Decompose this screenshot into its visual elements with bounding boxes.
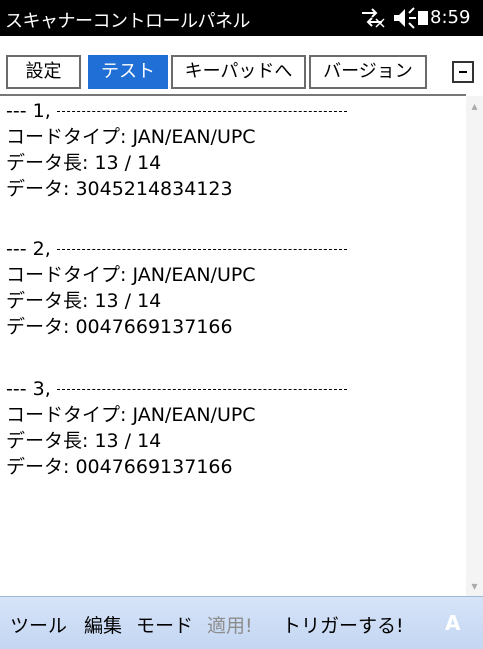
scroll-down-icon[interactable]: ▾ xyxy=(466,576,483,596)
entry-separator: --- 1, xyxy=(6,98,446,124)
menu-mode[interactable]: モード xyxy=(136,611,193,638)
entry-code-type: コードタイプ: JAN/EAN/UPC xyxy=(6,126,256,148)
list-item: --- 2, コードタイプ: JAN/EAN/UPC データ長: 13 / 14… xyxy=(6,236,446,340)
connectivity-icon[interactable] xyxy=(358,5,386,31)
list-item: --- 1, コードタイプ: JAN/EAN/UPC データ長: 13 / 14… xyxy=(6,98,446,202)
scroll-up-icon[interactable]: ▴ xyxy=(466,96,483,116)
speaker-icon[interactable] xyxy=(392,5,418,31)
minimize-icon[interactable] xyxy=(452,61,474,83)
menu-trigger[interactable]: トリガーする! xyxy=(282,611,404,638)
tab-version[interactable]: バージョン xyxy=(309,55,427,89)
entry-data-length: データ長: 13 / 14 xyxy=(6,152,162,174)
entry-data: データ: 0047669137166 xyxy=(6,316,233,338)
entry-separator: --- 3, xyxy=(6,376,446,402)
list-item: --- 3, コードタイプ: JAN/EAN/UPC データ長: 13 / 14… xyxy=(6,376,446,480)
tab-test[interactable]: テスト xyxy=(88,55,168,89)
window-title: スキャナーコントロールパネル xyxy=(5,11,251,32)
scan-results: --- 1, コードタイプ: JAN/EAN/UPC データ長: 13 / 14… xyxy=(0,94,466,598)
entry-data-length: データ長: 13 / 14 xyxy=(6,290,162,312)
menu-bar: ツール 編集 モード 適用! トリガーする! A xyxy=(0,596,483,649)
title-bar: スキャナーコントロールパネル 8:59 xyxy=(0,0,483,36)
tab-row: 設定 テスト キーパッドへ バージョン xyxy=(0,36,483,94)
menu-tools[interactable]: ツール xyxy=(10,611,67,638)
battery-icon[interactable] xyxy=(418,5,428,31)
entry-separator: --- 2, xyxy=(6,236,446,262)
menu-edit[interactable]: 編集 xyxy=(84,611,122,638)
entry-data: データ: 3045214834123 xyxy=(6,178,233,200)
entry-data: データ: 0047669137166 xyxy=(6,456,233,478)
tab-keypad[interactable]: キーパッドへ xyxy=(171,55,306,89)
entry-data-length: データ長: 13 / 14 xyxy=(6,430,162,452)
entry-code-type: コードタイプ: JAN/EAN/UPC xyxy=(6,264,256,286)
entry-code-type: コードタイプ: JAN/EAN/UPC xyxy=(6,404,256,426)
input-method-icon[interactable]: A xyxy=(445,611,460,635)
vertical-scrollbar[interactable]: ▴ ▾ xyxy=(466,96,483,596)
clock[interactable]: 8:59 xyxy=(430,7,470,28)
tab-settings[interactable]: 設定 xyxy=(6,55,81,89)
menu-apply[interactable]: 適用! xyxy=(207,611,253,638)
